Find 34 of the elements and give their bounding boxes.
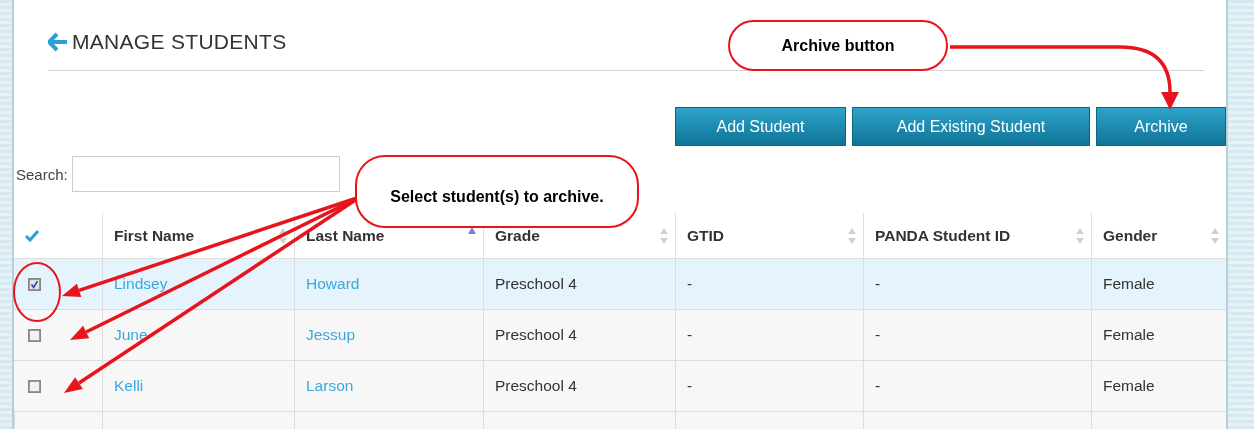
search-label: Search: xyxy=(16,165,68,183)
sort-ascending-icon[interactable] xyxy=(467,225,477,235)
add-student-button[interactable]: Add Student xyxy=(675,107,846,146)
table-cell: Preschool 4 xyxy=(495,326,577,344)
archive-button[interactable]: Archive xyxy=(1096,107,1226,146)
table-cell: - xyxy=(875,326,881,344)
table-cell: - xyxy=(875,377,881,395)
table-cell: Preschool 4 xyxy=(495,275,577,293)
table-cell: - xyxy=(687,275,693,293)
table-cell: Preschool 4 xyxy=(495,377,577,395)
name-link[interactable]: Jessup xyxy=(306,326,356,344)
select-all-check-icon[interactable] xyxy=(25,229,39,242)
table-cell: - xyxy=(875,275,881,293)
row-checkbox[interactable] xyxy=(28,277,41,291)
table-cell: - xyxy=(687,377,693,395)
callout-tooltip: Select student(s) to archive. xyxy=(355,155,639,228)
name-link[interactable]: Kelli xyxy=(114,377,144,395)
name-link[interactable]: Lindsey xyxy=(114,275,168,293)
name-link[interactable]: Howard xyxy=(306,275,360,293)
sort-icon[interactable] xyxy=(278,226,288,245)
table-cell: Female xyxy=(1103,326,1155,344)
name-link[interactable]: Larson xyxy=(306,377,354,395)
page-title: MANAGE STUDENTS xyxy=(72,30,287,54)
table-cell: Female xyxy=(1103,275,1155,293)
row-checkbox[interactable] xyxy=(28,328,41,342)
table-cell: - xyxy=(687,326,693,344)
search-field[interactable] xyxy=(71,156,340,192)
callout-tooltip: Archive button xyxy=(728,20,948,71)
name-link[interactable]: June xyxy=(114,326,148,344)
back-arrow-icon[interactable] xyxy=(48,32,68,52)
table-cell: Female xyxy=(1103,377,1155,395)
row-checkbox[interactable] xyxy=(28,379,41,393)
add-existing-student-button[interactable]: Add Existing Student xyxy=(852,107,1090,146)
highlight-circle xyxy=(13,262,61,322)
